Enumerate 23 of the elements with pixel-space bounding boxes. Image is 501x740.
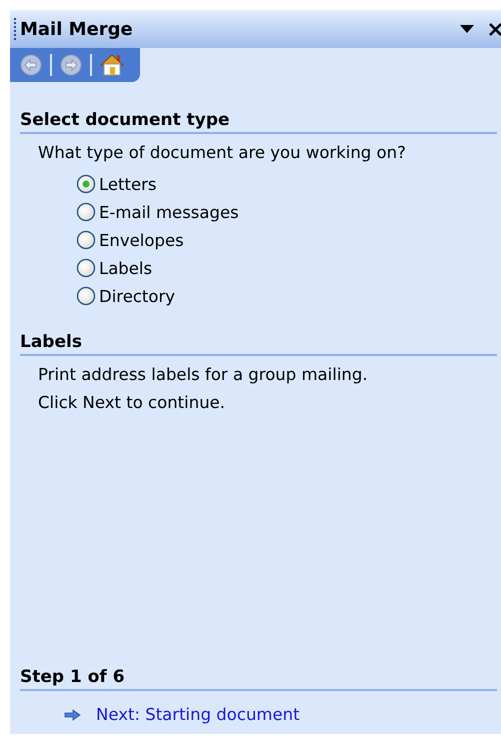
arrow-icon xyxy=(64,708,82,720)
description-text: Print address labels for a group mailing. xyxy=(38,365,369,384)
close-icon[interactable] xyxy=(489,22,501,36)
grip-icon[interactable] xyxy=(13,18,17,40)
pane-title: Mail Merge xyxy=(20,18,133,40)
document-type-radio[interactable]: Labels xyxy=(76,258,501,278)
next-link[interactable]: Next: Starting document xyxy=(64,705,300,724)
description-text: Click Next to continue. xyxy=(38,393,226,412)
radio-icon[interactable] xyxy=(76,258,96,278)
radio-icon[interactable] xyxy=(76,202,96,222)
radio-icon[interactable] xyxy=(76,230,96,250)
document-type-radio[interactable]: E-mail messages xyxy=(76,202,501,222)
home-button[interactable] xyxy=(100,54,124,76)
dropdown-icon[interactable] xyxy=(459,24,475,34)
step-heading: Step 1 of 6 xyxy=(20,667,497,691)
question-text: What type of document are you working on? xyxy=(38,143,407,162)
section-heading: Labels xyxy=(20,332,497,356)
document-type-radio[interactable]: Envelopes xyxy=(76,230,501,250)
radio-icon[interactable] xyxy=(76,174,96,194)
section-heading: Select document type xyxy=(20,110,497,134)
document-type-radio[interactable]: Letters xyxy=(76,174,501,194)
radio-icon[interactable] xyxy=(76,286,96,306)
document-type-radio[interactable]: Directory xyxy=(76,286,501,306)
